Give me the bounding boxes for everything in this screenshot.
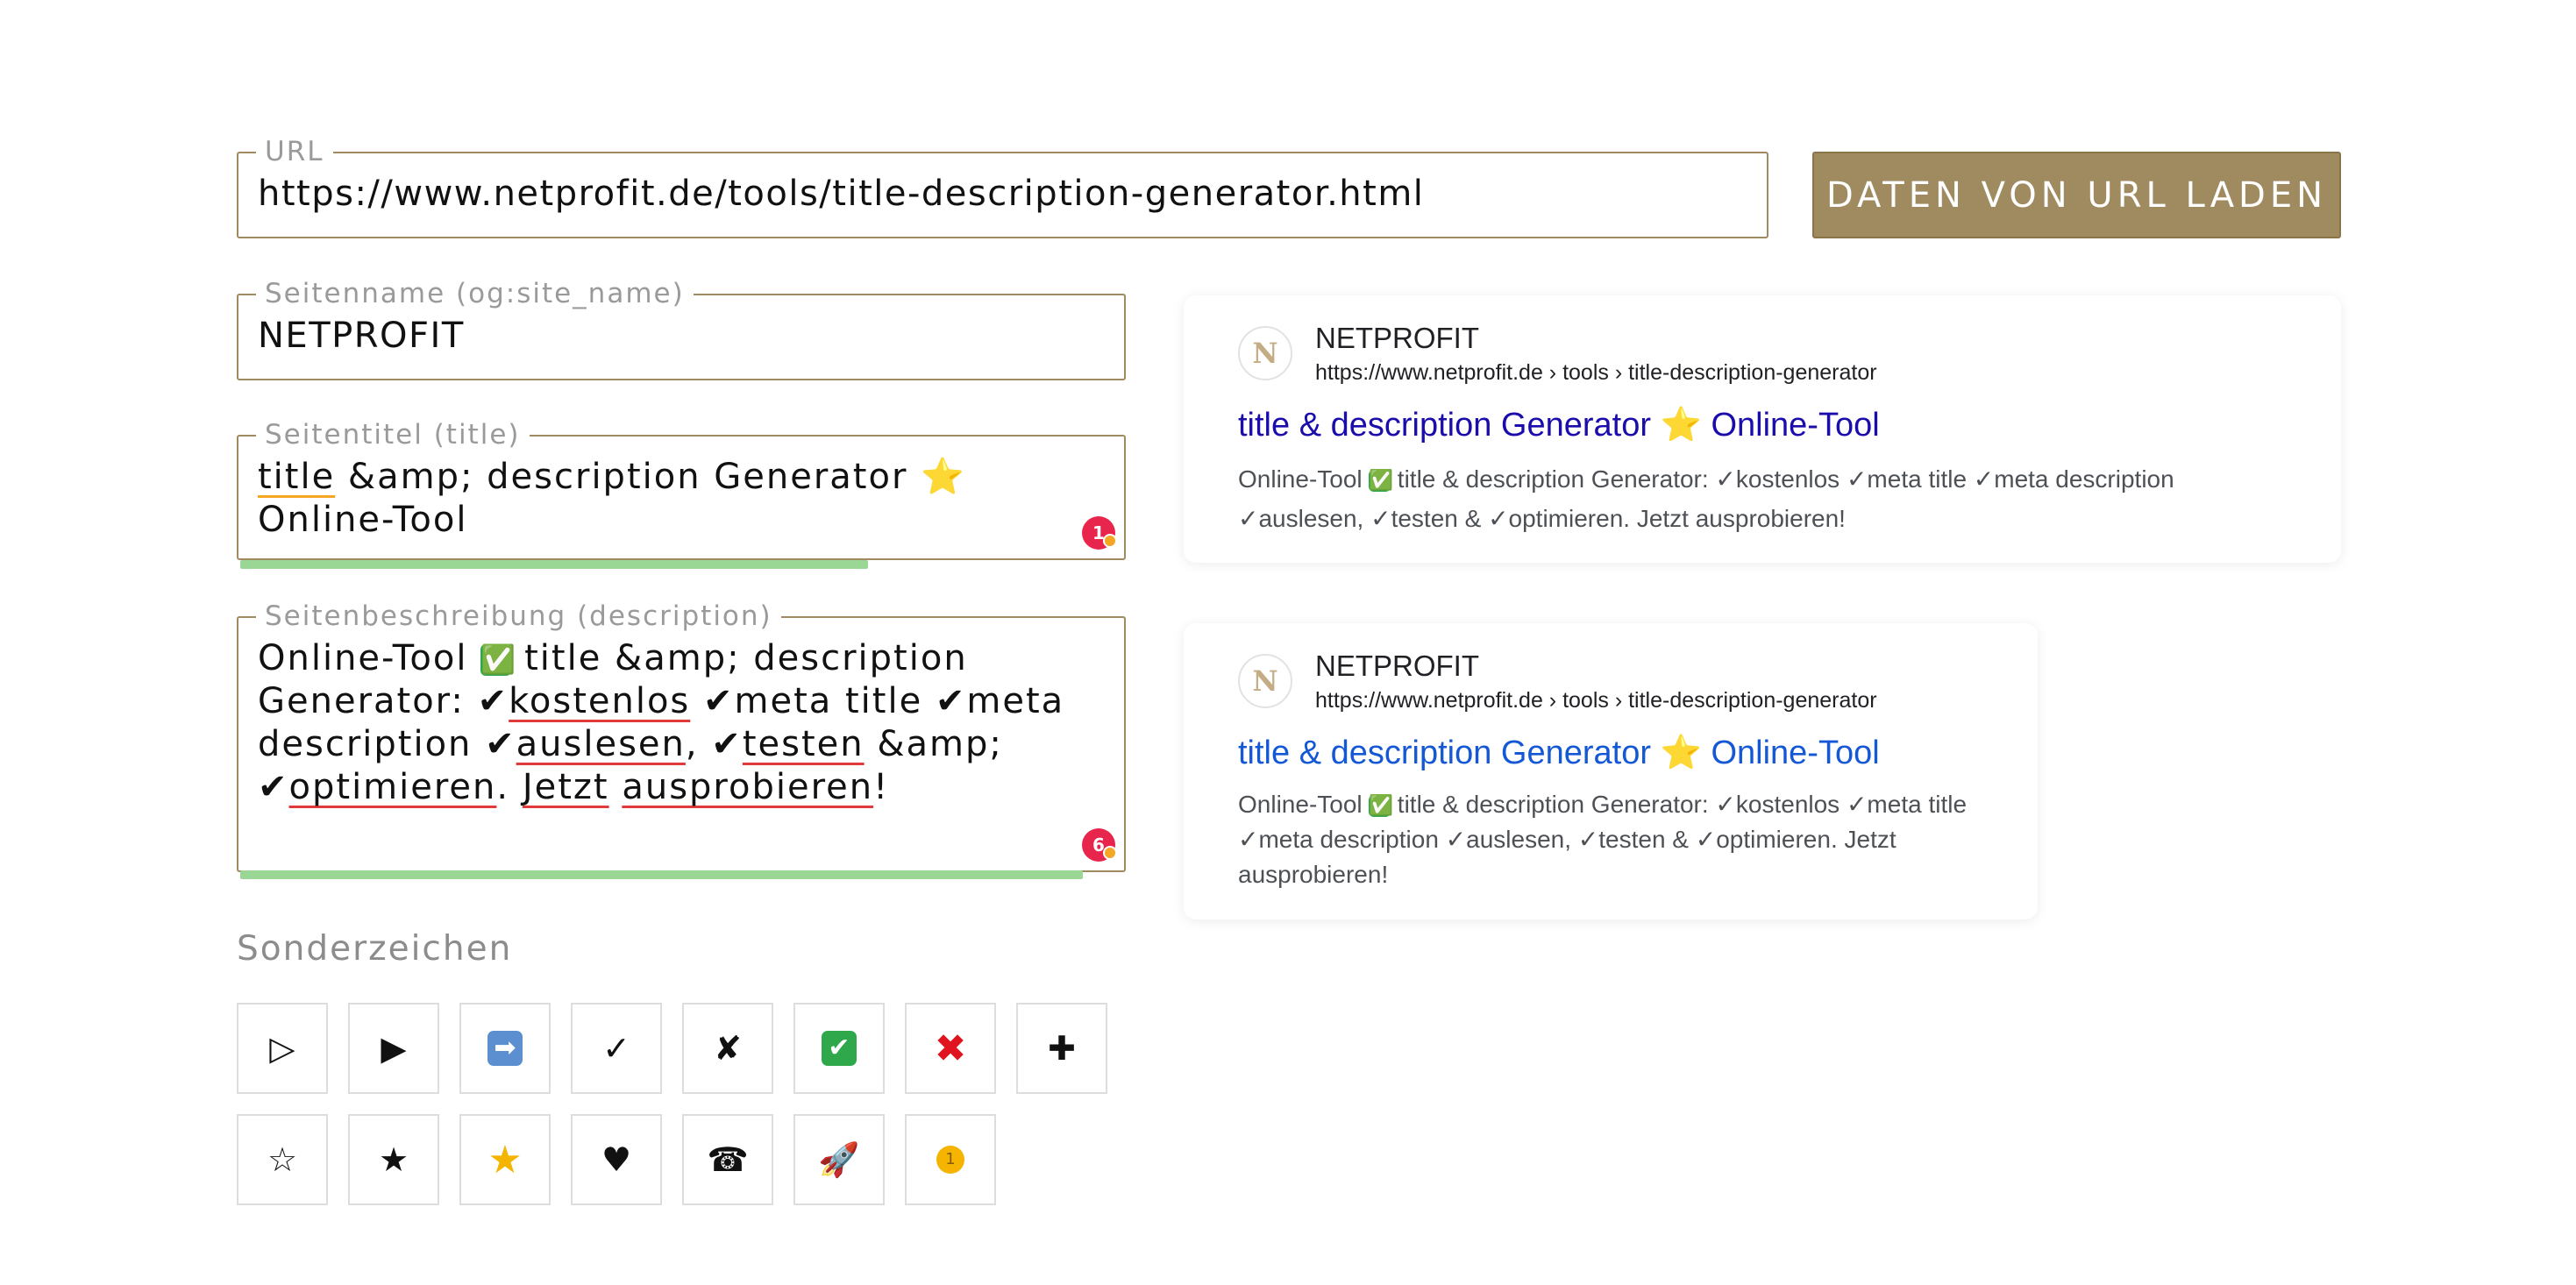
- load-from-url-button[interactable]: DATEN VON URL LADEN: [1812, 152, 2341, 238]
- url-label: URL: [256, 136, 333, 167]
- spelling-error: auslesen: [516, 724, 686, 764]
- favicon-icon: N: [1238, 654, 1292, 708]
- url-input[interactable]: [258, 169, 1747, 218]
- char-key-heart[interactable]: ♥: [571, 1114, 662, 1205]
- serp-site-name: NETPROFIT: [1315, 650, 1479, 682]
- char-key-rocket[interactable]: 🚀: [793, 1114, 885, 1205]
- char-key-black-triangle[interactable]: ▶: [348, 1003, 439, 1094]
- spelling-error: kostenlos: [509, 681, 691, 721]
- special-chars-heading: Sonderzeichen: [237, 929, 513, 969]
- spelling-error: ausprobieren: [622, 767, 874, 807]
- green-check-emoji-icon: ✔: [822, 1031, 857, 1066]
- title-textarea[interactable]: title &amp; description Generator ⭐ Onli…: [258, 456, 1071, 542]
- char-key-red-cross[interactable]: ✖: [905, 1003, 996, 1094]
- warning-dot-icon: [1103, 534, 1117, 548]
- char-key-heavy-plus[interactable]: ✚: [1016, 1003, 1107, 1094]
- spelling-error: optimieren: [288, 767, 497, 807]
- serp-description: Online-Tool ✅ title & description Genera…: [1238, 465, 2174, 532]
- ballot-x-icon: ✘: [714, 1029, 742, 1068]
- char-key-green-check[interactable]: ✔: [793, 1003, 885, 1094]
- warning-dot-icon: [1103, 846, 1117, 860]
- favicon-icon: N: [1238, 326, 1292, 380]
- spelling-error: testen: [742, 724, 865, 764]
- serp-preview-mobile: N NETPROFIT https://www.netprofit.de › t…: [1184, 623, 2038, 919]
- char-key-gold-star[interactable]: ★: [459, 1114, 551, 1205]
- check-emoji-icon: ✅: [1369, 469, 1394, 492]
- white-triangle-icon: ▷: [269, 1029, 295, 1068]
- check-emoji-icon: ✅: [480, 642, 518, 677]
- serp-url: https://www.netprofit.de › tools › title…: [1315, 360, 1877, 385]
- description-textarea[interactable]: Online-Tool ✅ title &amp; description Ge…: [258, 637, 1071, 809]
- description-fieldset: Seitenbeschreibung (description) Online-…: [237, 600, 1126, 872]
- check-emoji-icon: ✅: [1369, 794, 1394, 817]
- spelling-error: Jetzt: [522, 767, 609, 807]
- gold-medal-emoji-icon: 1: [936, 1146, 964, 1174]
- site-name-fieldset: Seitenname (og:site_name): [237, 278, 1126, 380]
- telephone-icon: ☎: [707, 1140, 749, 1179]
- serp-description: Online-Tool ✅ title & description Genera…: [1238, 791, 1968, 888]
- title-fieldset: Seitentitel (title) title &amp; descript…: [237, 419, 1126, 560]
- right-arrow-emoji-icon: ➡: [487, 1031, 523, 1066]
- char-key-white-star[interactable]: ☆: [237, 1114, 328, 1205]
- title-issue-counter-badge[interactable]: 1: [1082, 516, 1117, 550]
- heavy-plus-icon: ✚: [1048, 1029, 1076, 1068]
- description-label: Seitenbeschreibung (description): [256, 600, 781, 632]
- char-key-telephone[interactable]: ☎: [682, 1114, 773, 1205]
- description-issue-counter-badge[interactable]: 6: [1082, 828, 1117, 862]
- white-star-icon: ☆: [267, 1140, 298, 1179]
- serp-title[interactable]: title & description Generator ⭐ Online-T…: [1238, 406, 1880, 444]
- star-emoji-icon: ⭐: [1660, 735, 1702, 771]
- black-triangle-icon: ▶: [381, 1029, 407, 1068]
- char-key-gold-medal[interactable]: 1: [905, 1114, 996, 1205]
- serp-preview-desktop: N NETPROFIT https://www.netprofit.de › t…: [1184, 295, 2341, 563]
- spelling-highlight: title: [258, 457, 336, 497]
- char-key-check-mark[interactable]: ✓: [571, 1003, 662, 1094]
- serp-title[interactable]: title & description Generator ⭐ Online-T…: [1238, 734, 1880, 772]
- star-emoji-icon: ⭐: [921, 457, 966, 497]
- heart-icon: ♥: [601, 1140, 632, 1179]
- char-key-black-star[interactable]: ★: [348, 1114, 439, 1205]
- char-key-right-arrow[interactable]: ➡: [459, 1003, 551, 1094]
- site-name-input[interactable]: [258, 311, 1105, 360]
- description-length-bar: [240, 870, 1083, 879]
- gold-star-emoji-icon: ★: [487, 1137, 523, 1182]
- check-mark-icon: ✓: [602, 1029, 630, 1068]
- red-cross-emoji-icon: ✖: [934, 1026, 967, 1071]
- site-name-label: Seitenname (og:site_name): [256, 278, 694, 309]
- title-length-bar: [240, 560, 868, 569]
- serp-site-name: NETPROFIT: [1315, 322, 1479, 354]
- url-fieldset: URL: [237, 136, 1768, 238]
- char-key-white-triangle[interactable]: ▷: [237, 1003, 328, 1094]
- rocket-emoji-icon: 🚀: [818, 1139, 860, 1179]
- title-label: Seitentitel (title): [256, 419, 530, 451]
- serp-url: https://www.netprofit.de › tools › title…: [1315, 688, 1877, 713]
- black-star-icon: ★: [378, 1140, 409, 1179]
- star-emoji-icon: ⭐: [1660, 407, 1702, 444]
- char-key-ballot-x[interactable]: ✘: [682, 1003, 773, 1094]
